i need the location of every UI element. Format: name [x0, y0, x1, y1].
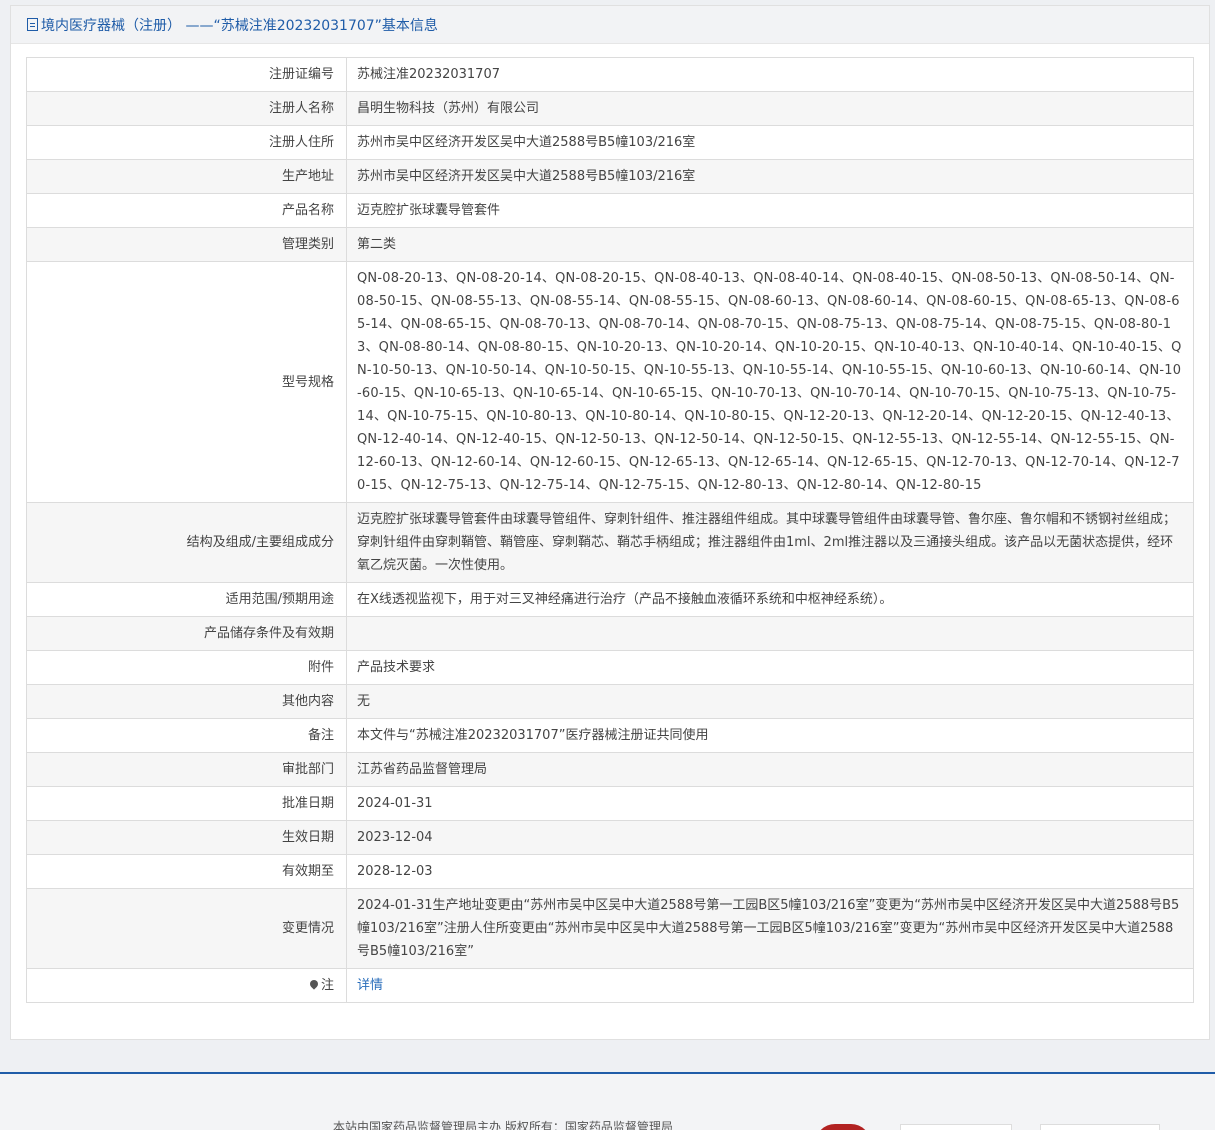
row-value: 2024-01-31生产地址变更由“苏州市吴中区吴中大道2588号第一工园B区5… [346, 888, 1194, 969]
table-row: 管理类别 第二类 [26, 227, 1194, 262]
note-label: 注 [320, 978, 334, 993]
row-label: 附件 [26, 650, 347, 685]
footer: 本站由国家药品监督管理局主办 版权所有：国家药品监督管理局 [0, 1072, 1215, 1130]
row-value: 苏州市吴中区经济开发区吴中大道2588号B5幢103/216室 [346, 159, 1194, 194]
table-row: 结构及组成/主要组成成分 迈克腔扩张球囊导管套件由球囊导管组件、穿刺针组件、推注… [26, 502, 1194, 583]
row-value: 2023-12-04 [346, 820, 1194, 855]
row-value: 迈克腔扩张球囊导管套件 [346, 193, 1194, 228]
model-spec-value: QN-08-20-13、QN-08-20-14、QN-08-20-15、QN-0… [346, 261, 1194, 503]
table-row: 型号规格 QN-08-20-13、QN-08-20-14、QN-08-20-15… [26, 261, 1194, 503]
row-value: 无 [346, 684, 1194, 719]
row-label: 注册人名称 [26, 91, 347, 126]
site-badge-icon[interactable] [1040, 1124, 1160, 1130]
row-value: 产品技术要求 [346, 650, 1194, 685]
row-value [346, 616, 1194, 651]
document-icon [27, 18, 38, 31]
row-value: 迈克腔扩张球囊导管套件由球囊导管组件、穿刺针组件、推注器组件组成。其中球囊导管组… [346, 502, 1194, 583]
info-panel: 境内医疗器械（注册） ——“苏械注准20232031707”基本信息 注册证编号… [10, 5, 1210, 1040]
info-table: 注册证编号 苏械注准20232031707 注册人名称 昌明生物科技（苏州）有限… [26, 57, 1194, 1003]
row-value: 本文件与“苏械注准20232031707”医疗器械注册证共同使用 [346, 718, 1194, 753]
table-row: 适用范围/预期用途 在X线透视监视下，用于对三叉神经痛进行治疗（产品不接触血液循… [26, 582, 1194, 617]
row-label: 产品储存条件及有效期 [26, 616, 347, 651]
row-value: 苏械注准20232031707 [346, 57, 1194, 92]
row-label: 审批部门 [26, 752, 347, 787]
table-row: 备注 本文件与“苏械注准20232031707”医疗器械注册证共同使用 [26, 718, 1194, 753]
row-label: 批准日期 [26, 786, 347, 821]
row-label: 适用范围/预期用途 [26, 582, 347, 617]
national-emblem-icon [815, 1124, 871, 1130]
table-row: 其他内容 无 [26, 684, 1194, 719]
table-row: 有效期至 2028-12-03 [26, 854, 1194, 889]
table-row: 审批部门 江苏省药品监督管理局 [26, 752, 1194, 787]
row-label: 生效日期 [26, 820, 347, 855]
table-row: 产品储存条件及有效期 [26, 616, 1194, 651]
table-row: 注册证编号 苏械注准20232031707 [26, 57, 1194, 92]
table-row: 生产地址 苏州市吴中区经济开发区吴中大道2588号B5幢103/216室 [26, 159, 1194, 194]
note-value-cell: 详情 [346, 968, 1194, 1003]
row-value: 在X线透视监视下，用于对三叉神经痛进行治疗（产品不接触血液循环系统和中枢神经系统… [346, 582, 1194, 617]
row-value: 江苏省药品监督管理局 [346, 752, 1194, 787]
table-row: 注册人名称 昌明生物科技（苏州）有限公司 [26, 91, 1194, 126]
row-value: 苏州市吴中区经济开发区吴中大道2588号B5幢103/216室 [346, 125, 1194, 160]
table-row: 变更情况 2024-01-31生产地址变更由“苏州市吴中区吴中大道2588号第一… [26, 888, 1194, 969]
row-value: 2024-01-31 [346, 786, 1194, 821]
row-label: 生产地址 [26, 159, 347, 194]
table-row: 批准日期 2024-01-31 [26, 786, 1194, 821]
row-label: 管理类别 [26, 227, 347, 262]
row-label: 有效期至 [26, 854, 347, 889]
note-row: 注 详情 [26, 968, 1194, 1003]
row-label: 其他内容 [26, 684, 347, 719]
footer-copyright: 本站由国家药品监督管理局主办 版权所有：国家药品监督管理局 [333, 1120, 673, 1130]
row-value: 第二类 [346, 227, 1194, 262]
row-value: 2028-12-03 [346, 854, 1194, 889]
row-label: 注册证编号 [26, 57, 347, 92]
note-label-cell: 注 [26, 968, 347, 1003]
details-link[interactable]: 详情 [357, 978, 383, 993]
row-label: 结构及组成/主要组成成分 [26, 502, 347, 583]
page-title: 境内医疗器械（注册） ——“苏械注准20232031707”基本信息 [41, 17, 438, 34]
row-label: 备注 [26, 718, 347, 753]
row-label: 注册人住所 [26, 125, 347, 160]
panel-header: 境内医疗器械（注册） ——“苏械注准20232031707”基本信息 [11, 6, 1209, 44]
map-pin-icon [308, 978, 320, 990]
table-row: 注册人住所 苏州市吴中区经济开发区吴中大道2588号B5幢103/216室 [26, 125, 1194, 160]
table-row: 生效日期 2023-12-04 [26, 820, 1194, 855]
table-row: 产品名称 迈克腔扩张球囊导管套件 [26, 193, 1194, 228]
gov-badge-icon[interactable] [900, 1124, 1012, 1130]
row-value: 昌明生物科技（苏州）有限公司 [346, 91, 1194, 126]
row-label: 变更情况 [26, 888, 347, 969]
table-row: 附件 产品技术要求 [26, 650, 1194, 685]
row-label: 型号规格 [26, 261, 347, 503]
row-label: 产品名称 [26, 193, 347, 228]
